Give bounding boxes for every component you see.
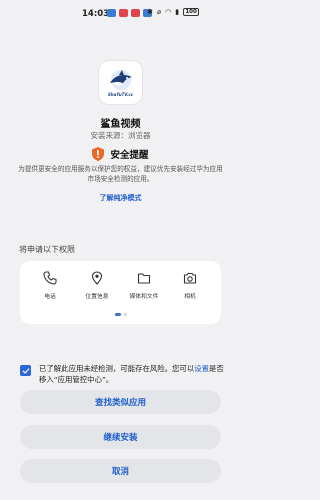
page-dot-active [114, 313, 121, 316]
status-time: 14:03 [82, 9, 110, 19]
notification-icons [107, 9, 152, 17]
install-source: 安装来源：浏览器 [90, 131, 151, 140]
sim-app-icon [107, 9, 116, 17]
permission-media-files: 媒体和文件 [124, 271, 164, 300]
folder-icon [137, 273, 151, 284]
check-icon [22, 367, 29, 374]
permission-label: 媒体和文件 [129, 294, 159, 300]
security-alert-description: 为提供更安全的应用服务以保护您的权益，建议优先安装经过华为应用市场安全检测的应用… [18, 165, 223, 183]
bluetooth-icon: ✱ [147, 8, 153, 16]
find-similar-apps-button[interactable]: 查找类似应用 [20, 390, 221, 414]
continue-install-button[interactable]: 继续安装 [20, 425, 221, 449]
security-alert-title: 安全提醒 [110, 150, 149, 161]
app-logo-text: ShaYuTV.cc [107, 91, 134, 97]
warning-shield-icon [92, 147, 105, 161]
permission-phone: 电话 [30, 271, 70, 300]
permissions-title: 将申请以下权限 [19, 245, 75, 254]
consent-checkbox[interactable] [20, 365, 31, 376]
permission-camera: 相机 [170, 271, 210, 300]
location-icon [91, 271, 103, 285]
mute-icon: ⌀ [156, 8, 162, 16]
app-icon [131, 9, 140, 17]
consent-text: 已了解此应用未经检测，可能存在风险。您可以设置是否移入“应用管控中心”。 [39, 363, 225, 385]
battery-icon: 100 [183, 8, 200, 16]
camera-icon [183, 272, 197, 284]
permission-label: 相机 [184, 294, 196, 300]
signal-icon: ▮ [175, 8, 180, 16]
consent-text-before: 已了解此应用未经检测，可能存在风险。您可以 [39, 364, 195, 373]
phone-icon [43, 271, 57, 285]
pure-mode-link[interactable]: 了解纯净模式 [0, 193, 241, 203]
permission-label: 电话 [44, 294, 56, 300]
app-icon [119, 9, 128, 17]
status-bar: 14:03 ✱ ⌀ ◠ ▮ 100 [0, 0, 241, 26]
app-name: 鲨鱼视频 [100, 119, 141, 130]
shark-icon [109, 69, 132, 90]
permissions-card[interactable]: 电话 位置信息 媒体和文件 相机 [20, 261, 221, 324]
permission-label: 位置信息 [85, 294, 109, 300]
page-indicator [20, 313, 221, 316]
security-alert-header: 安全提醒 [0, 147, 241, 161]
page-dot [123, 313, 127, 316]
wifi-icon: ◠ [165, 8, 172, 16]
cancel-button[interactable]: 取消 [20, 459, 221, 483]
app-logo: ShaYuTV.cc [99, 61, 142, 104]
system-icons: ✱ ⌀ ◠ ▮ 100 [147, 8, 200, 16]
permission-location: 位置信息 [77, 271, 117, 300]
settings-link[interactable]: 设置 [194, 364, 209, 373]
